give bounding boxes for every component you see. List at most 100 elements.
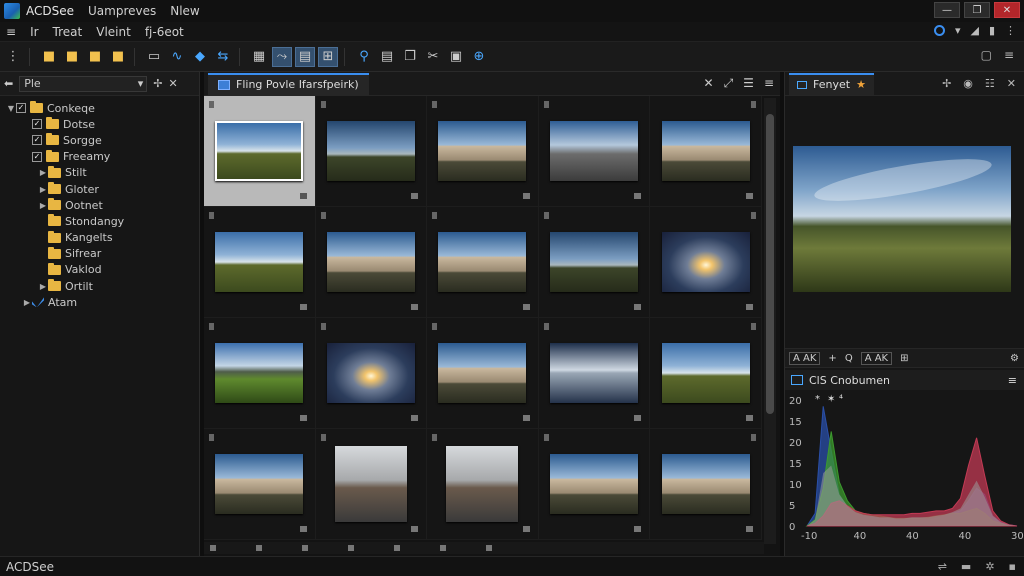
menu-item-2[interactable]: Treat bbox=[53, 25, 83, 39]
tag-icon[interactable] bbox=[432, 212, 438, 219]
back-arrow-icon[interactable]: ⬅ bbox=[4, 77, 13, 90]
thumbnail-image[interactable] bbox=[326, 232, 415, 292]
folder-move-icon[interactable]: ■ bbox=[108, 47, 128, 67]
gear-icon[interactable]: ⚙ bbox=[1010, 353, 1019, 364]
grid-icon[interactable]: ⊞ bbox=[900, 353, 908, 364]
tag-icon[interactable] bbox=[209, 212, 214, 219]
tab-file-list[interactable]: Fling Povle Ifarsfpeirk) bbox=[208, 72, 369, 95]
thumbnail-cell[interactable] bbox=[538, 318, 651, 429]
tag-icon[interactable] bbox=[750, 212, 756, 219]
search-icon[interactable]: Q bbox=[845, 353, 853, 364]
histogram-marker[interactable]: ✶ bbox=[827, 394, 835, 405]
list-view-icon[interactable]: ☰ bbox=[743, 76, 754, 91]
thumbnail-cell[interactable] bbox=[427, 96, 539, 207]
edit-icon[interactable]: ▤ bbox=[295, 46, 315, 67]
close-icon[interactable]: ✕ bbox=[1007, 77, 1016, 90]
menu-item-3[interactable]: Vleint bbox=[96, 25, 131, 39]
vertical-scrollbar[interactable] bbox=[764, 98, 776, 544]
thumbnail-image[interactable] bbox=[438, 121, 527, 181]
filter-icon[interactable]: ◢ bbox=[970, 24, 978, 37]
tag-icon[interactable] bbox=[750, 101, 756, 108]
thumbnail-cell[interactable] bbox=[427, 318, 539, 429]
tree-item[interactable]: Vaklod bbox=[0, 262, 199, 278]
tree-item[interactable]: ▶ Atam bbox=[0, 294, 199, 310]
expand-arrow-icon[interactable]: ▶ bbox=[22, 298, 32, 307]
thumbnail-image[interactable] bbox=[326, 343, 415, 403]
settings-icon[interactable]: ✲ bbox=[985, 560, 994, 573]
tag-icon[interactable] bbox=[543, 434, 549, 441]
options-icon[interactable]: ⋮ bbox=[1005, 24, 1016, 37]
checkbox[interactable]: ✓ bbox=[32, 151, 42, 162]
thumbnail-image[interactable] bbox=[326, 121, 415, 181]
thumbnail-image[interactable] bbox=[438, 343, 527, 403]
thumbnail-image[interactable] bbox=[215, 343, 304, 403]
zoom-out-icon[interactable]: ▬ bbox=[961, 560, 971, 573]
wave-icon[interactable]: ∿ bbox=[167, 47, 187, 67]
thumbnail-cell[interactable] bbox=[315, 318, 428, 429]
tag-icon[interactable] bbox=[320, 434, 326, 441]
thumbnail-cell[interactable] bbox=[650, 207, 762, 318]
tag-icon[interactable] bbox=[320, 323, 326, 330]
more-icon[interactable]: ≡ bbox=[1004, 48, 1014, 62]
footer-mark-icon[interactable] bbox=[486, 545, 492, 551]
thumbnail-cell[interactable] bbox=[650, 318, 762, 429]
maximize-button[interactable]: ❐ bbox=[964, 2, 990, 18]
expand-icon[interactable]: ⤢ bbox=[724, 76, 734, 91]
star-icon[interactable]: ★ bbox=[856, 78, 866, 91]
close-icon[interactable]: ✕ bbox=[704, 76, 714, 91]
copy-icon[interactable]: ❐ bbox=[400, 47, 420, 67]
thumbnail-image[interactable] bbox=[661, 343, 750, 403]
close-button[interactable]: ✕ bbox=[994, 2, 1020, 18]
thumbnail-image[interactable] bbox=[215, 232, 304, 292]
expand-arrow-icon[interactable]: ▶ bbox=[38, 185, 48, 194]
tag-icon[interactable] bbox=[543, 323, 549, 330]
pin-icon[interactable]: ✢ bbox=[153, 77, 162, 90]
eye-icon[interactable]: ◉ bbox=[963, 77, 973, 90]
tag-icon[interactable] bbox=[209, 101, 214, 108]
thumbnail-image[interactable] bbox=[438, 232, 527, 292]
thumbnail-image[interactable] bbox=[550, 454, 639, 514]
document-icon[interactable]: ▤ bbox=[377, 47, 397, 67]
folder-open-icon[interactable]: ■ bbox=[62, 47, 82, 67]
tree-item[interactable]: Sifrear bbox=[0, 246, 199, 262]
thumbnail-image[interactable] bbox=[661, 232, 750, 292]
zoom-in-icon[interactable]: ▪ bbox=[1009, 560, 1016, 573]
close-panel-icon[interactable]: ✕ bbox=[168, 77, 177, 90]
footer-mark-icon[interactable] bbox=[440, 545, 446, 551]
checkbox[interactable]: ✓ bbox=[16, 103, 26, 114]
path-dropdown[interactable]: Ple ▾ bbox=[19, 75, 148, 92]
tag-icon[interactable] bbox=[432, 101, 438, 108]
scrollbar-thumb[interactable] bbox=[766, 114, 774, 414]
thumbnail-cell[interactable] bbox=[650, 429, 762, 540]
thumbnail-cell[interactable] bbox=[650, 96, 762, 207]
tree-item[interactable]: ▶ Gloter bbox=[0, 181, 199, 197]
add-icon[interactable]: + bbox=[828, 353, 836, 364]
tool-chip-1[interactable]: A AK bbox=[789, 351, 821, 365]
menu-item-1[interactable]: Ⅰr bbox=[30, 25, 38, 39]
tree-item[interactable]: ▼ ✓ Conkeqe bbox=[0, 100, 199, 116]
histogram-marker[interactable]: ⁴ bbox=[839, 394, 843, 405]
histogram-marker[interactable]: * bbox=[815, 394, 820, 405]
image-icon[interactable]: ▣ bbox=[446, 47, 466, 67]
tree-item[interactable]: ▶ Ortilt bbox=[0, 278, 199, 294]
grid-icon[interactable]: ▦ bbox=[249, 47, 269, 67]
expand-arrow-icon[interactable]: ▶ bbox=[38, 201, 48, 210]
footer-mark-icon[interactable] bbox=[394, 545, 400, 551]
tool-icon[interactable]: ✂ bbox=[423, 47, 443, 67]
thumbnail-image[interactable] bbox=[661, 454, 750, 514]
tree-item[interactable]: ▶ Stilt bbox=[0, 165, 199, 181]
search-icon[interactable]: ⚲ bbox=[354, 47, 374, 67]
thumbnail-image[interactable] bbox=[215, 121, 304, 181]
thumbnail-cell[interactable] bbox=[427, 207, 539, 318]
thumbnail-cell[interactable] bbox=[315, 207, 428, 318]
rectangle-icon[interactable]: ▭ bbox=[144, 47, 164, 67]
minimize-button[interactable]: — bbox=[934, 2, 960, 18]
tree-item[interactable]: ✓ Sorgge bbox=[0, 132, 199, 148]
tag-icon[interactable] bbox=[432, 434, 438, 441]
menu-icon[interactable]: ≡ bbox=[764, 76, 774, 91]
menu-item-4[interactable]: fj-6eot bbox=[145, 25, 184, 39]
tag-icon[interactable] bbox=[432, 323, 438, 330]
tag-icon[interactable] bbox=[320, 101, 326, 108]
thumbnail-cell[interactable] bbox=[204, 318, 316, 429]
footer-toggle-icon[interactable] bbox=[256, 545, 262, 551]
